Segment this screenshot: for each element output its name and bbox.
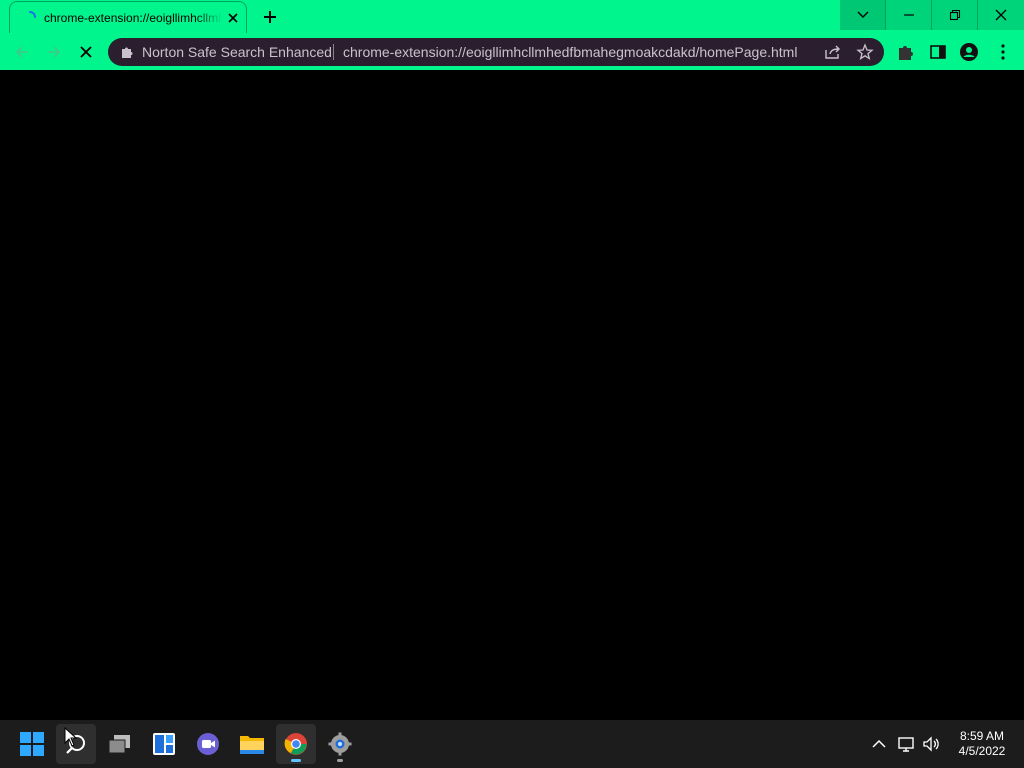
settings-icon xyxy=(328,732,352,756)
arrow-left-icon xyxy=(15,46,28,58)
task-view-button[interactable] xyxy=(100,724,140,764)
widgets-icon xyxy=(153,733,175,755)
close-tab-icon[interactable] xyxy=(225,10,241,26)
extensions-puzzle-icon[interactable] xyxy=(896,42,916,62)
tab-strip: chrome-extension://eoigllimhcllmhedfbmah… xyxy=(0,0,1024,33)
minimize-button[interactable] xyxy=(886,0,932,30)
running-indicator xyxy=(291,759,301,762)
teams-chat-icon xyxy=(197,733,219,755)
network-icon[interactable] xyxy=(896,734,916,754)
mouse-cursor-icon xyxy=(64,727,78,747)
tab-title: chrome-extension://eoigllimhcllmhedfbmah… xyxy=(44,11,222,25)
task-view-icon xyxy=(108,735,130,754)
side-panel-icon[interactable] xyxy=(928,42,948,62)
restore-icon xyxy=(949,9,961,21)
close-icon xyxy=(80,46,92,58)
new-tab-button[interactable] xyxy=(260,7,280,27)
more-vertical-icon[interactable] xyxy=(993,42,1013,62)
file-explorer-icon xyxy=(240,736,264,754)
minimize-icon xyxy=(904,14,914,16)
share-icon[interactable] xyxy=(824,44,842,60)
browser-tab[interactable]: chrome-extension://eoigllimhcllmhedfbmah… xyxy=(9,1,247,33)
arrow-right-icon xyxy=(48,46,61,58)
teams-chat-button[interactable] xyxy=(188,724,228,764)
file-explorer-button[interactable] xyxy=(232,724,272,764)
divider xyxy=(885,0,886,30)
start-button[interactable] xyxy=(12,724,52,764)
extension-puzzle-icon xyxy=(122,47,133,58)
restore-button[interactable] xyxy=(932,0,978,30)
tab-search-button[interactable] xyxy=(840,0,886,30)
profile-avatar-icon[interactable] xyxy=(959,42,979,62)
loading-spinner-icon xyxy=(29,11,36,18)
chevron-down-icon xyxy=(857,11,869,18)
taskbar: 8:59 AM 4/5/2022 xyxy=(0,720,1024,768)
chrome-icon xyxy=(284,733,307,755)
divider xyxy=(333,44,334,60)
clock-time: 8:59 AM xyxy=(959,729,1005,743)
show-hidden-icons-chevron-up-icon[interactable] xyxy=(869,734,889,754)
chrome-taskbar-button[interactable] xyxy=(276,724,316,764)
settings-button[interactable] xyxy=(320,724,360,764)
back-button[interactable] xyxy=(11,41,33,63)
url-text[interactable]: chrome-extension://eoigllimhcllmhedfbmah… xyxy=(343,44,797,60)
widgets-button[interactable] xyxy=(144,724,184,764)
volume-icon[interactable] xyxy=(921,734,941,754)
browser-toolbar: Norton Safe Search Enhanced chrome-exten… xyxy=(0,33,1024,70)
running-indicator xyxy=(337,759,343,762)
start-icon xyxy=(20,732,44,756)
divider xyxy=(977,0,978,30)
stop-loading-button[interactable] xyxy=(75,41,97,63)
address-bar[interactable]: Norton Safe Search Enhanced chrome-exten… xyxy=(108,38,884,66)
clock[interactable]: 8:59 AM 4/5/2022 xyxy=(948,729,1016,759)
close-icon xyxy=(995,9,1007,21)
page-content xyxy=(0,70,1024,720)
extension-name-chip[interactable]: Norton Safe Search Enhanced xyxy=(142,44,332,60)
clock-date: 4/5/2022 xyxy=(958,744,1006,758)
divider xyxy=(931,0,932,30)
forward-button[interactable] xyxy=(43,41,65,63)
star-icon[interactable] xyxy=(856,43,874,61)
close-window-button[interactable] xyxy=(978,0,1024,30)
